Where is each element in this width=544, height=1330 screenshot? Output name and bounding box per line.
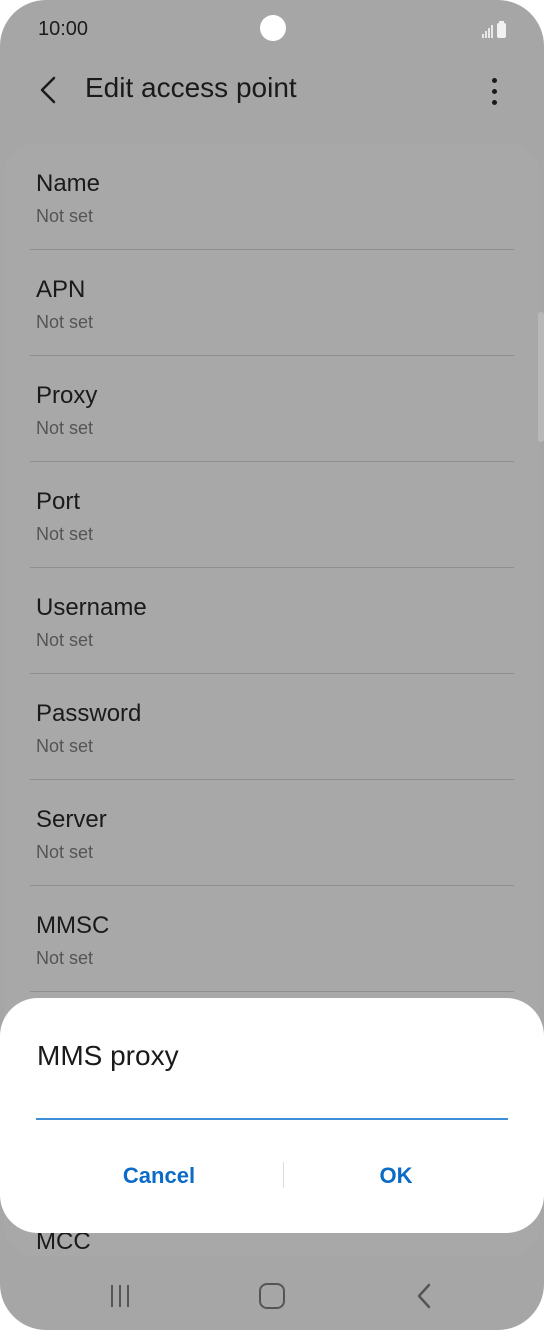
item-value: Not set [36, 524, 94, 544]
item-title: Username [36, 594, 147, 621]
list-item-password[interactable]: Password Not set [30, 674, 514, 780]
dialog-title: MMS proxy [37, 1040, 179, 1071]
divider [30, 991, 514, 992]
item-title: Password [36, 700, 142, 727]
list-item-port[interactable]: Port Not set [30, 462, 514, 568]
list-item-apn[interactable]: APN Not set [30, 250, 514, 356]
camera-cutout [260, 15, 286, 41]
ok-button[interactable]: OK [296, 1154, 496, 1198]
chevron-left-icon [40, 76, 56, 104]
list-item-name[interactable]: Name Not set [30, 144, 514, 250]
item-title: Proxy [36, 382, 98, 409]
page-title: Edit access point [85, 72, 297, 103]
list-item-proxy[interactable]: Proxy Not set [30, 356, 514, 462]
item-value: Not set [36, 312, 94, 332]
list-item-mmsc[interactable]: MMSC Not set [30, 886, 514, 992]
status-time: 10:00 [38, 18, 89, 40]
list-item-server[interactable]: Server Not set [30, 780, 514, 886]
item-title: Port [36, 488, 81, 515]
mms-proxy-input[interactable] [36, 1088, 508, 1120]
item-value: Not set [36, 206, 94, 226]
scrollbar[interactable] [538, 312, 544, 442]
cancel-button[interactable]: Cancel [59, 1154, 259, 1198]
item-title: Name [36, 170, 101, 197]
item-value: Not set [36, 418, 94, 438]
item-value: Not set [36, 736, 94, 756]
item-value: Not set [36, 842, 94, 862]
back-button[interactable] [26, 66, 70, 114]
home-icon [259, 1283, 285, 1309]
item-title: MMSC [36, 912, 110, 939]
more-vertical-icon [491, 77, 497, 83]
recent-apps-button[interactable] [100, 1276, 140, 1316]
button-divider [283, 1162, 284, 1188]
battery-icon [497, 21, 506, 38]
list-item-username[interactable]: Username Not set [30, 568, 514, 674]
nav-back-button[interactable] [404, 1276, 444, 1316]
home-button[interactable] [252, 1276, 292, 1316]
signal-icon [482, 24, 493, 38]
item-title: Server [36, 806, 107, 833]
item-value: Not set [36, 948, 94, 968]
mms-proxy-dialog: MMS proxy Cancel OK [0, 998, 544, 1233]
recent-apps-icon [111, 1285, 113, 1307]
item-value: Not set [36, 630, 94, 650]
back-icon [417, 1283, 431, 1309]
item-title: APN [36, 276, 86, 303]
phone-screen: 10:00 Edit access point Name Not set APN… [0, 0, 544, 1330]
more-options-button[interactable] [474, 70, 514, 112]
status-icons [482, 20, 506, 38]
